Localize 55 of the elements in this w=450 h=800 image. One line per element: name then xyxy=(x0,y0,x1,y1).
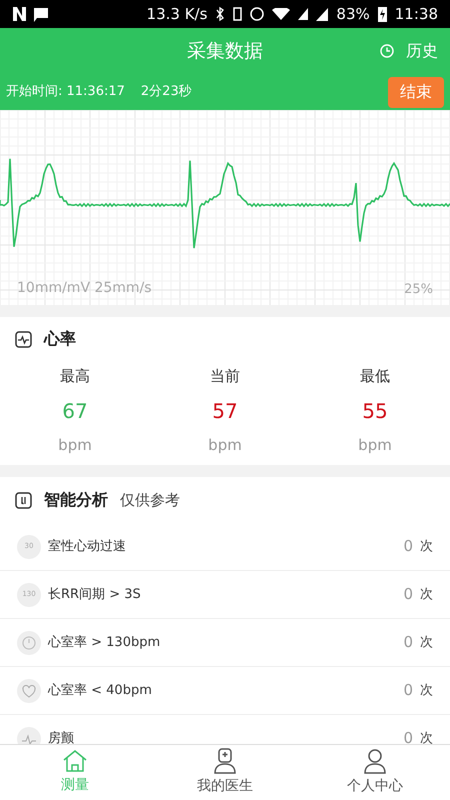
alarm-icon xyxy=(250,7,264,21)
clock-icon xyxy=(17,630,41,654)
analysis-unit: 次 xyxy=(420,730,433,744)
duration: 2分23秒 xyxy=(140,83,192,102)
analysis-unit: 次 xyxy=(420,538,433,556)
tab[interactable]: 我的医生 xyxy=(150,745,300,800)
bluetooth-icon xyxy=(215,6,226,22)
analysis-name: 房颤 xyxy=(48,730,74,744)
stat-unit: bpm xyxy=(358,434,392,456)
analysis-count: 0 xyxy=(403,584,413,606)
pulse-icon xyxy=(15,330,32,348)
end-button[interactable]: 结束 xyxy=(388,76,444,108)
page-title: 采集数据 xyxy=(187,38,263,64)
analysis-count: 0 xyxy=(403,728,413,744)
analysis-icon xyxy=(15,492,32,508)
stat-value: 67 xyxy=(62,398,88,424)
signal-icon xyxy=(316,8,328,20)
clock-time: 11:38 xyxy=(394,4,438,25)
ecg-zoom: 25% xyxy=(404,280,433,298)
tab[interactable]: 测量 xyxy=(0,745,150,800)
analysis-unit: 次 xyxy=(420,634,433,652)
section-title: 心率 xyxy=(44,328,76,350)
stat-label: 当前 xyxy=(210,366,240,387)
ecg-scale: 10mm/mV 25mm/s xyxy=(17,279,152,298)
analysis-name: 心室率 < 40bpm xyxy=(48,682,152,700)
home-icon xyxy=(62,749,88,773)
analysis-count: 0 xyxy=(403,680,413,702)
analysis-name: 室性心动过速 xyxy=(48,538,126,556)
start-time: 开始时间: 11:36:17 xyxy=(6,83,125,102)
person-icon xyxy=(363,748,387,774)
stat-label: 最高 xyxy=(60,366,90,387)
battery-icon xyxy=(378,6,387,22)
analysis-name: 心室率 > 130bpm xyxy=(48,634,160,652)
stat-unit: bpm xyxy=(58,434,92,456)
stat-label: 最低 xyxy=(360,366,390,387)
analysis-count: 0 xyxy=(403,632,413,654)
pulse-icon xyxy=(17,726,41,744)
analysis-unit: 次 xyxy=(420,682,433,700)
stat-unit: bpm xyxy=(208,434,242,456)
analysis-count: 0 xyxy=(403,536,413,558)
vibrate-icon xyxy=(233,7,242,21)
battery-percent: 83% xyxy=(336,4,370,25)
wifi-icon xyxy=(272,8,290,20)
tab[interactable]: 个人中心 xyxy=(300,745,450,800)
stat-value: 55 xyxy=(362,398,388,424)
analysis-unit: 次 xyxy=(420,586,433,604)
analysis-name: 长RR间期 > 3S xyxy=(48,586,141,604)
clock-icon xyxy=(380,44,394,58)
stat-value: 57 xyxy=(212,398,238,424)
section-title: 智能分析 xyxy=(44,489,108,511)
signal-icon xyxy=(298,8,308,20)
history-button[interactable]: 历史 xyxy=(380,39,438,63)
section-subtitle: 仅供参考 xyxy=(120,490,180,511)
network-speed: 13.3 K/s xyxy=(146,4,208,25)
doctor-icon xyxy=(212,748,238,774)
